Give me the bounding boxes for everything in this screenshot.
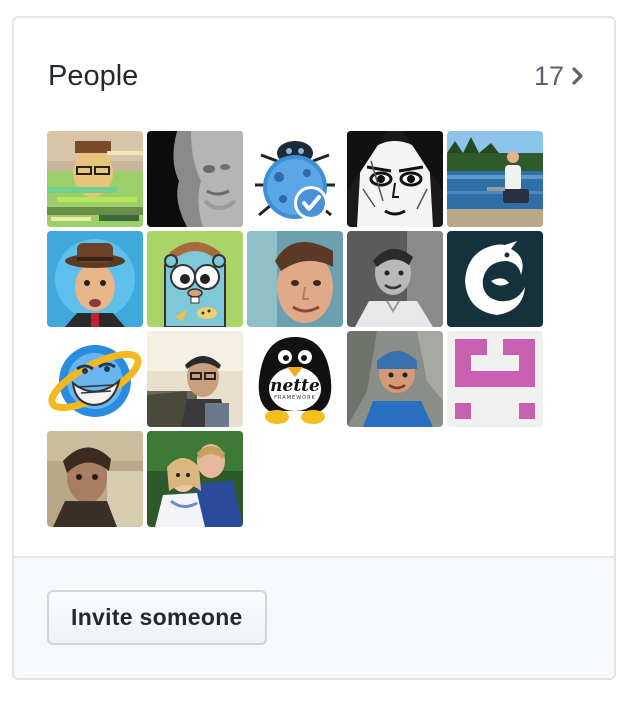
avatar-couple[interactable] [147, 431, 243, 527]
avatar-manga-face[interactable] [347, 131, 443, 227]
avatar-phoenix-logo[interactable] [447, 231, 543, 327]
avatar-stone-statue[interactable] [147, 131, 243, 227]
avatar-climber[interactable] [347, 331, 443, 427]
avatar-gopher[interactable] [147, 231, 243, 327]
avatar-smiling-man[interactable] [247, 231, 343, 327]
avatar-sepia-portrait[interactable] [47, 431, 143, 527]
people-card: People 17 nette FRAMEWORK Invite someone [12, 16, 616, 680]
invite-someone-button[interactable]: Invite someone [47, 590, 267, 645]
people-footer: Invite someone [14, 556, 614, 678]
people-title: People [48, 60, 139, 92]
people-header: People 17 [14, 18, 614, 128]
nette-logo-subtext: FRAMEWORK [274, 395, 316, 401]
avatar-blue-ladybug[interactable] [247, 131, 343, 227]
people-count-link[interactable]: 17 [534, 58, 584, 94]
avatar-pink-identicon[interactable] [447, 331, 543, 427]
avatar-trollface-ie[interactable] [47, 331, 143, 427]
chevron-right-icon [572, 67, 584, 85]
nette-logo-text: nette [270, 376, 320, 396]
avatar-bw-man[interactable] [347, 231, 443, 327]
avatar-glitch-portrait[interactable] [47, 131, 143, 227]
avatar-nette-penguin[interactable]: nette FRAMEWORK [247, 331, 343, 427]
avatar-man-sunlight[interactable] [147, 331, 243, 427]
people-count: 17 [533, 61, 564, 91]
avatar-lake-sitting[interactable] [447, 131, 543, 227]
avatar-hat-man[interactable] [47, 231, 143, 327]
avatar-grid: nette FRAMEWORK [47, 131, 547, 527]
